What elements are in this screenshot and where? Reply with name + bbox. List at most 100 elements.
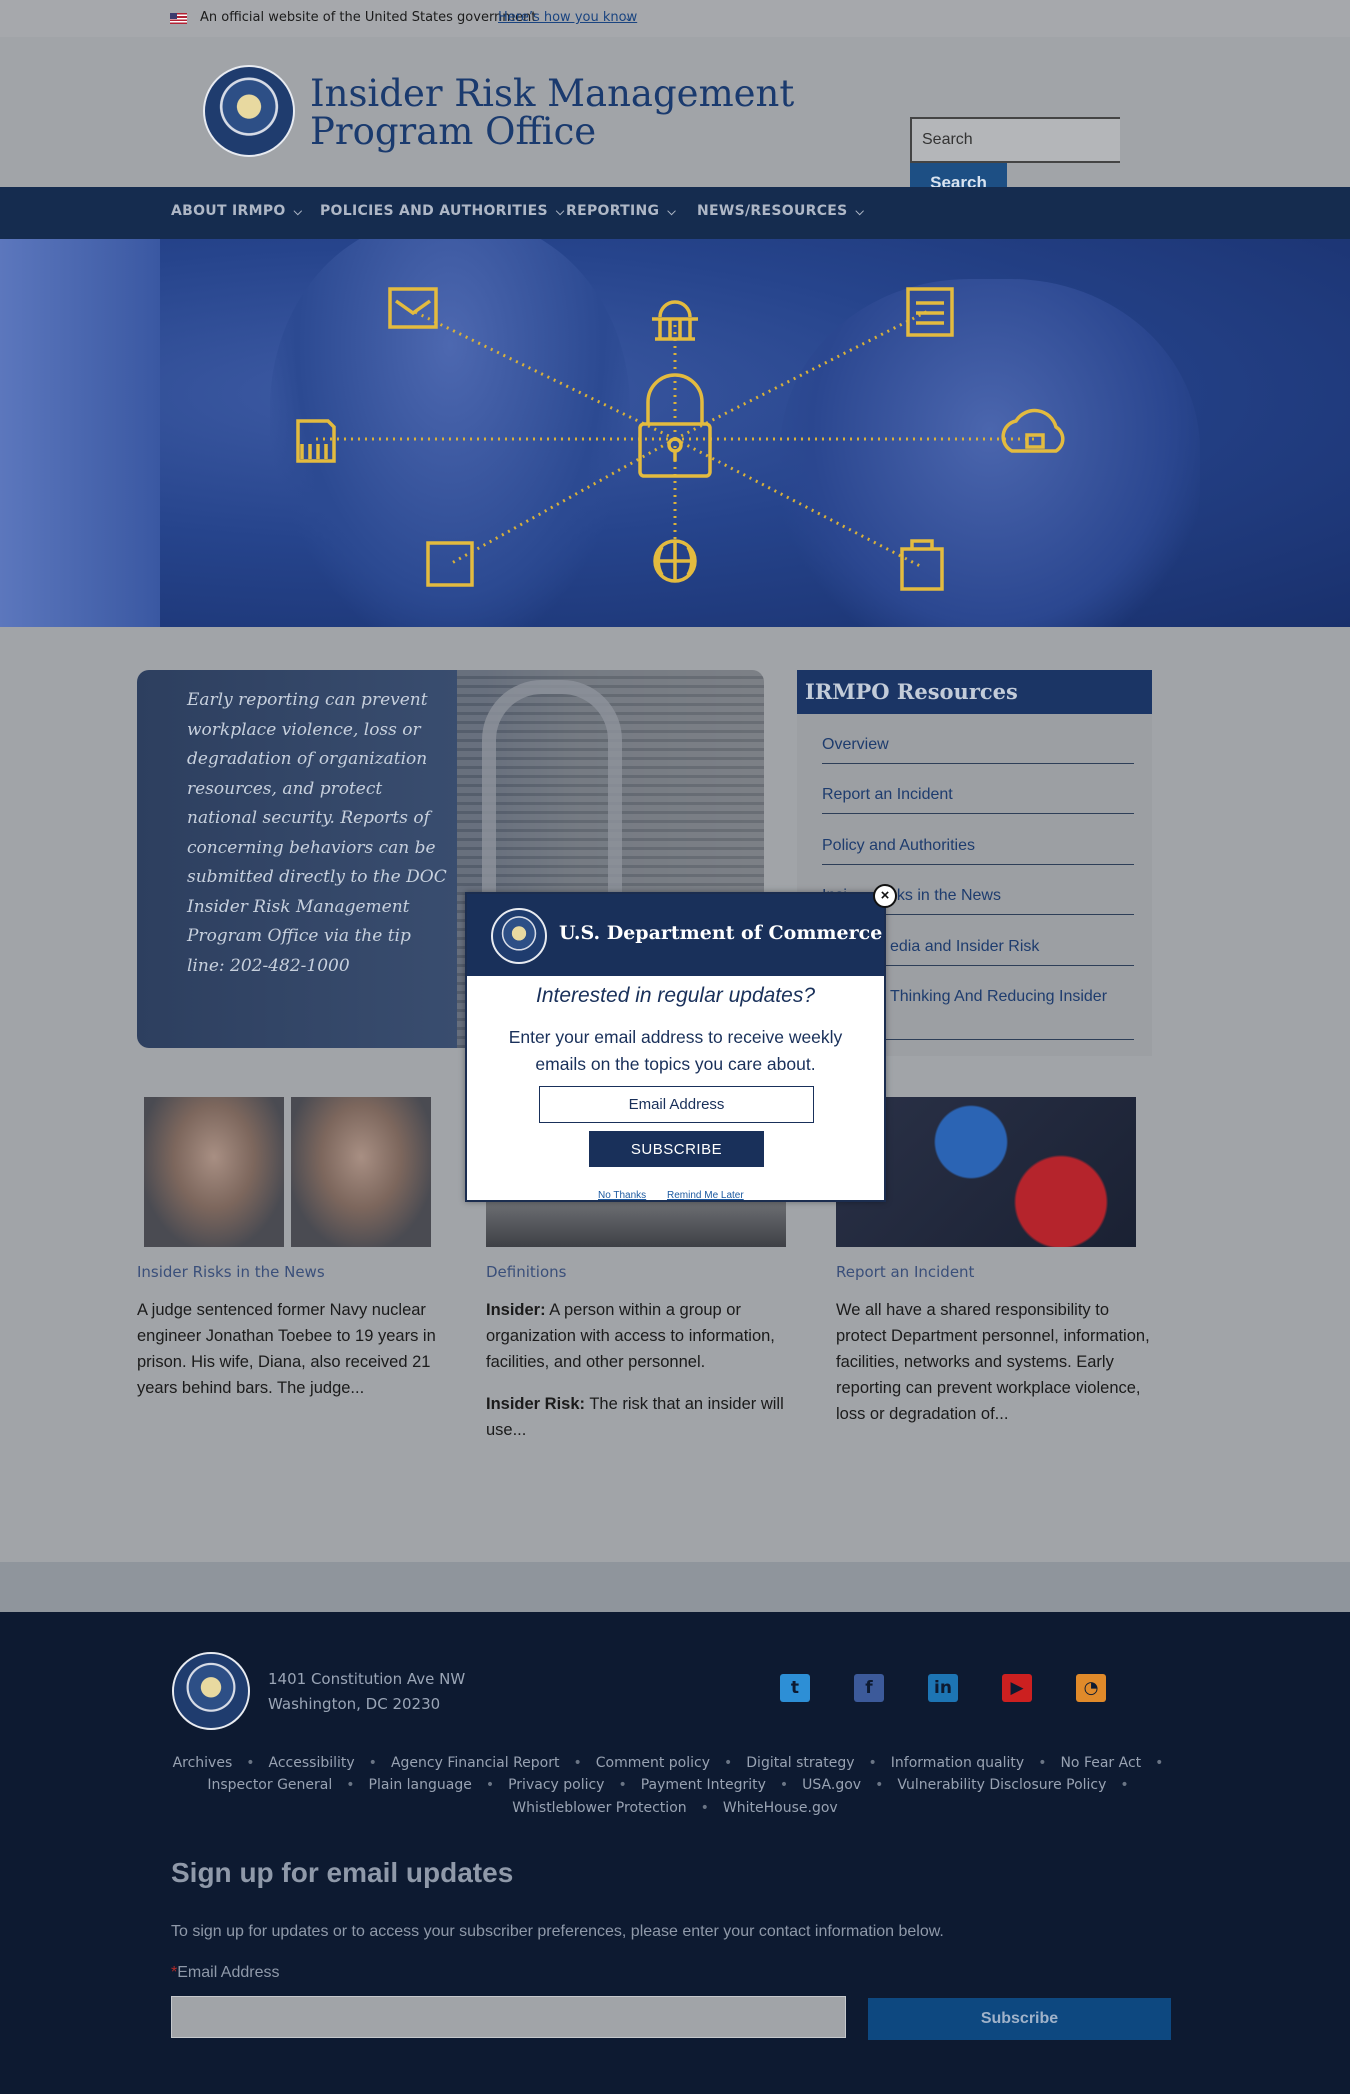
rss-icon[interactable]: ◔: [1076, 1674, 1106, 1702]
separator-dot: •: [724, 1755, 733, 1771]
footer-link[interactable]: No Fear Act: [1060, 1755, 1141, 1771]
footer-links-row: Whistleblower Protection • WhiteHouse.gov: [0, 1800, 1350, 1816]
separator-dot: •: [1038, 1755, 1047, 1771]
definition-term: Insider Risk:: [486, 1395, 586, 1413]
site-footer: 1401 Constitution Ave NW Washington, DC …: [0, 1612, 1350, 2094]
definition-term: Insider:: [486, 1301, 546, 1319]
modal-subscribe-button[interactable]: SUBSCRIBE: [589, 1131, 764, 1167]
nav-item-label: REPORTING: [566, 203, 660, 219]
mugshot-image: [144, 1097, 284, 1247]
separator-dot: •: [779, 1777, 789, 1793]
separator-dot: •: [875, 1777, 884, 1793]
gov-banner-text: An official website of the United States…: [200, 10, 537, 25]
promo-text: Early reporting can prevent workplace vi…: [187, 690, 447, 976]
gov-banner: An official website of the United States…: [0, 0, 1350, 37]
footer-link[interactable]: USA.gov: [802, 1777, 861, 1793]
footer-subscribe-button[interactable]: Subscribe: [868, 1998, 1171, 2040]
card-label-definitions[interactable]: Definitions: [486, 1263, 566, 1281]
modal-header: U.S. Department of Commerce: [467, 894, 884, 976]
resource-link-report-incident[interactable]: Report an Incident: [822, 764, 1134, 814]
twitter-icon[interactable]: t: [780, 1674, 810, 1702]
footer-link[interactable]: Accessibility: [269, 1755, 355, 1771]
facebook-icon[interactable]: f: [854, 1674, 884, 1702]
hero-banner: [0, 239, 1350, 627]
card-text-report-incident: We all have a shared responsibility to p…: [836, 1301, 1150, 1423]
card-label-insider-news[interactable]: Insider Risks in the News: [137, 1263, 325, 1281]
footer-link[interactable]: Digital strategy: [746, 1755, 854, 1771]
site-header: Insider Risk Management Program Office S…: [0, 37, 1350, 203]
nav-item-label: NEWS/RESOURCES: [697, 203, 848, 219]
footer-separator-band: [0, 1562, 1350, 1612]
nav-item-policies[interactable]: POLICIES AND AUTHORITIES ⌵: [320, 187, 565, 239]
search-input[interactable]: [910, 117, 1120, 163]
card-image-insider-news[interactable]: [144, 1097, 431, 1247]
nav-item-news-resources[interactable]: NEWS/RESOURCES ⌵: [697, 187, 864, 239]
separator-dot: •: [346, 1777, 355, 1793]
nav-item-label: POLICIES AND AUTHORITIES: [320, 203, 548, 219]
footer-link[interactable]: Vulnerability Disclosure Policy: [897, 1777, 1106, 1793]
email-label: *Email Address: [171, 1964, 280, 1982]
nav-item-about[interactable]: ABOUT IRMPO ⌵: [171, 187, 302, 239]
separator-dot: •: [573, 1755, 582, 1771]
nav-item-label: ABOUT IRMPO: [171, 203, 286, 219]
signup-title: Sign up for email updates: [171, 1857, 514, 1888]
signup-description: To sign up for updates or to access your…: [171, 1923, 944, 1940]
no-thanks-link[interactable]: No Thanks: [598, 1190, 646, 1201]
footer-link[interactable]: Whistleblower Protection: [512, 1800, 686, 1816]
site-title-line1: Insider Risk Management: [310, 72, 795, 115]
us-flag-icon: [170, 13, 187, 24]
footer-link[interactable]: Archives: [173, 1755, 233, 1771]
footer-link[interactable]: Plain language: [369, 1777, 472, 1793]
security-network-illustration: [296, 287, 1065, 591]
chevron-down-icon[interactable]: ⌄: [624, 11, 633, 24]
chevron-down-icon: ⌵: [555, 205, 565, 218]
footer-email-field[interactable]: [171, 1996, 846, 2038]
commerce-seal-logo[interactable]: [203, 65, 295, 157]
separator-dot: •: [246, 1755, 255, 1771]
modal-email-input[interactable]: [539, 1086, 814, 1123]
resource-link-policy[interactable]: Policy and Authorities: [822, 815, 1134, 865]
footer-link[interactable]: Privacy policy: [508, 1777, 604, 1793]
site-title[interactable]: Insider Risk Management Program Office: [310, 75, 794, 151]
address-line1: 1401 Constitution Ave NW: [268, 1670, 466, 1688]
modal-question: Interested in regular updates?: [535, 984, 816, 1007]
nav-item-reporting[interactable]: REPORTING ⌵: [566, 187, 676, 239]
resource-link-label: sks in the News: [888, 887, 1001, 904]
modal-title: U.S. Department of Commerce: [559, 922, 883, 944]
commerce-seal-logo: [491, 908, 547, 964]
chevron-down-icon: ⌵: [855, 205, 865, 218]
card-text-definitions: Insider: A person within a group or orga…: [486, 1297, 796, 1443]
footer-link[interactable]: Information quality: [891, 1755, 1024, 1771]
separator-dot: •: [700, 1800, 709, 1816]
mugshot-image: [291, 1097, 431, 1247]
footer-links-row: Inspector General • Plain language • Privacy…: [0, 1777, 1350, 1793]
close-icon[interactable]: ×: [873, 884, 897, 908]
resources-title: IRMPO Resources: [797, 670, 1152, 714]
main-nav: ABOUT IRMPO ⌵ POLICIES AND AUTHORITIES ⌵ R…: [0, 187, 1350, 239]
separator-dot: •: [368, 1755, 377, 1771]
modal-description: Enter your email address to receive week…: [508, 1027, 843, 1074]
chevron-down-icon: ⌵: [667, 205, 676, 218]
youtube-icon[interactable]: ▶: [1002, 1674, 1032, 1702]
heres-how-you-know-link[interactable]: Here’s how you know: [498, 10, 637, 25]
card-label-report-incident[interactable]: Report an Incident: [836, 1263, 974, 1281]
footer-links-row: Archives • Accessibility • Agency Financial …: [0, 1755, 1350, 1771]
address-line2: Washington, DC 20230: [268, 1695, 441, 1713]
commerce-seal-logo[interactable]: [172, 1652, 250, 1730]
site-title-line2: Program Office: [310, 110, 597, 153]
footer-link[interactable]: Inspector General: [207, 1777, 332, 1793]
footer-link[interactable]: Payment Integrity: [641, 1777, 766, 1793]
email-updates-modal: U.S. Department of Commerce Interested i…: [465, 884, 897, 1202]
footer-link[interactable]: WhiteHouse.gov: [723, 1800, 838, 1816]
footer-link[interactable]: Agency Financial Report: [391, 1755, 560, 1771]
resource-link-overview[interactable]: Overview: [822, 714, 1134, 764]
separator-dot: •: [485, 1777, 495, 1793]
separator-dot: •: [1120, 1777, 1129, 1793]
separator-dot: •: [1155, 1755, 1164, 1771]
separator-dot: •: [868, 1755, 877, 1771]
linkedin-icon[interactable]: in: [928, 1674, 958, 1702]
remind-me-later-link[interactable]: Remind Me Later: [667, 1190, 744, 1201]
card-text-insider-news: A judge sentenced former Navy nuclear en…: [137, 1301, 436, 1397]
email-label-text: Email Address: [177, 1964, 280, 1981]
footer-link[interactable]: Comment policy: [596, 1755, 710, 1771]
